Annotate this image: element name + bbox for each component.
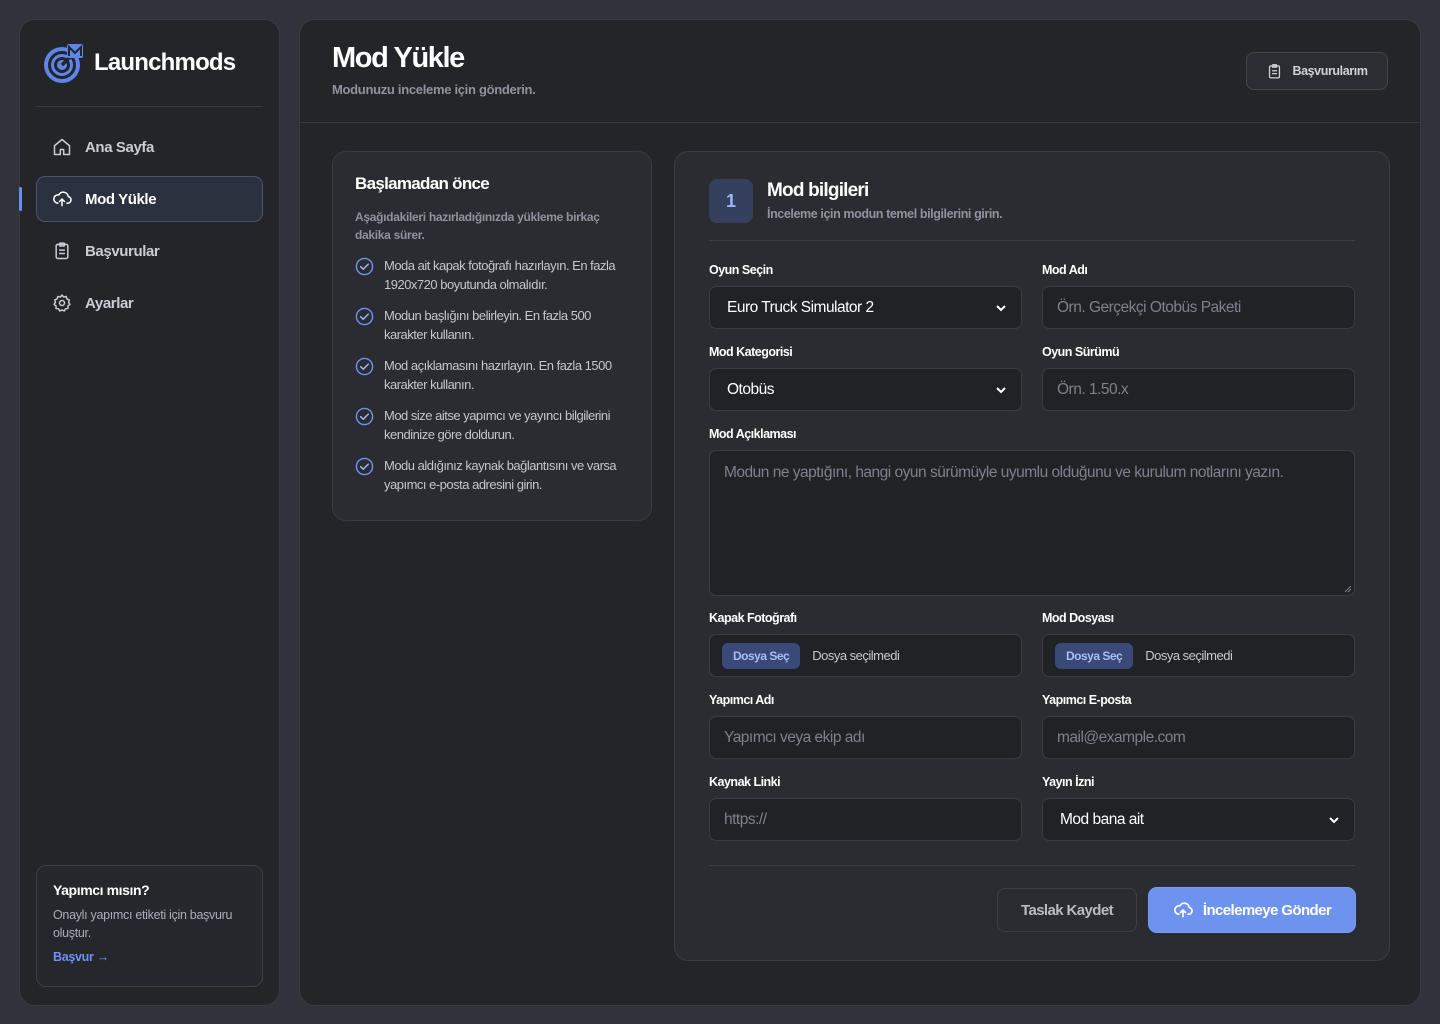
promo-title: Yapımcı mısın? xyxy=(53,882,150,898)
submit-label: İncelemeye Gönder xyxy=(1202,901,1332,919)
sidebar-item-label: Başvurular xyxy=(85,242,160,260)
gear-icon xyxy=(52,293,72,313)
form-title: Mod bilgileri xyxy=(767,180,869,201)
mod-category-value: Otobüs xyxy=(727,380,774,398)
mod-description-textarea[interactable]: Modun ne yaptığını, hangi oyun sürümüyle… xyxy=(709,450,1355,596)
author-email-input[interactable]: mail@example.com xyxy=(1042,716,1355,759)
game-select-label: Oyun Seçin xyxy=(709,263,773,277)
clipboard-icon xyxy=(1266,63,1283,80)
submit-for-review-button[interactable]: İncelemeye Gönder xyxy=(1149,888,1355,932)
check-circle-icon xyxy=(355,407,374,426)
step-badge: 1 xyxy=(709,179,753,223)
sidebar-item-label: Ayarlar xyxy=(85,294,134,312)
clipboard-icon xyxy=(52,241,72,261)
form-divider xyxy=(709,240,1355,241)
check-circle-icon xyxy=(355,257,374,276)
checklist-item: Mod size aitse yapımcı ve yayıncı bilgil… xyxy=(355,406,629,444)
checklist-item: Modu aldığınız kaynak bağlantısını ve va… xyxy=(355,456,629,494)
publish-permission-value: Mod bana ait xyxy=(1060,810,1144,828)
creator-promo-card: Yapımcı mısın? Onaylı yapımcı etiketi iç… xyxy=(36,865,263,987)
check-circle-icon xyxy=(355,457,374,476)
chevron-down-icon xyxy=(1329,816,1339,823)
mod-file-status: Dosya seçilmedi xyxy=(1145,648,1233,663)
sidebar: Launchmods Ana Sayfa Mod Yükle Başvurula… xyxy=(19,19,280,1006)
main-panel: Mod Yükle Modunuzu inceleme için gönderi… xyxy=(299,19,1421,1006)
source-link-label: Kaynak Linki xyxy=(709,775,781,789)
sidebar-item-mod-yukle[interactable]: Mod Yükle xyxy=(19,176,263,222)
sidebar-item-label: Mod Yükle xyxy=(85,190,157,208)
my-applications-button[interactable]: Başvurularım xyxy=(1246,52,1388,90)
check-circle-icon xyxy=(355,357,374,376)
check-circle-icon xyxy=(355,307,374,326)
brand[interactable]: Launchmods xyxy=(42,42,236,84)
checklist-text: Moda ait kapak fotoğrafı hazırlayın. En … xyxy=(384,258,616,292)
chevron-down-icon xyxy=(996,386,1006,393)
game-select-value: Euro Truck Simulator 2 xyxy=(727,298,874,316)
game-version-label: Oyun Sürümü xyxy=(1042,345,1120,359)
checklist-item: Mod açıklamasını hazırlayın. En fazla 15… xyxy=(355,356,629,394)
sidebar-item-ana-sayfa[interactable]: Ana Sayfa xyxy=(36,124,263,170)
publish-permission-select[interactable]: Mod bana ait xyxy=(1042,798,1355,841)
resize-handle-icon[interactable] xyxy=(1343,584,1352,593)
sidebar-item-ayarlar[interactable]: Ayarlar xyxy=(36,280,263,326)
chevron-down-icon xyxy=(996,304,1006,311)
checklist-text: Mod açıklamasını hazırlayın. En fazla 15… xyxy=(384,358,612,392)
save-draft-button[interactable]: Taslak Kaydet xyxy=(997,888,1137,932)
promo-apply-link[interactable]: Başvur → xyxy=(53,950,109,964)
cover-photo-file-input[interactable]: Dosya Seç Dosya seçilmedi xyxy=(709,634,1022,677)
source-link-input[interactable]: https:// xyxy=(709,798,1022,841)
checklist: Moda ait kapak fotoğrafı hazırlayın. En … xyxy=(355,256,629,494)
promo-description: Onaylı yapımcı etiketi için başvuru oluş… xyxy=(53,908,233,940)
page-title: Mod Yükle xyxy=(332,42,465,74)
game-select[interactable]: Euro Truck Simulator 2 xyxy=(709,286,1022,329)
cover-photo-label: Kapak Fotoğrafı xyxy=(709,611,797,625)
author-name-label: Yapımcı Adı xyxy=(709,693,774,707)
active-indicator xyxy=(19,187,22,211)
mod-choose-file-button[interactable]: Dosya Seç xyxy=(1055,642,1134,669)
sidebar-divider xyxy=(36,106,263,107)
mod-file-input[interactable]: Dosya Seç Dosya seçilmedi xyxy=(1042,634,1355,677)
mod-category-select[interactable]: Otobüs xyxy=(709,368,1022,411)
author-name-input[interactable]: Yapımcı veya ekip adı xyxy=(709,716,1022,759)
brand-name: Launchmods xyxy=(94,49,236,76)
cover-file-status: Dosya seçilmedi xyxy=(812,648,900,663)
cover-choose-file-button[interactable]: Dosya Seç xyxy=(722,642,801,669)
mod-file-label: Mod Dosyası xyxy=(1042,611,1114,625)
home-icon xyxy=(52,137,72,157)
mod-category-label: Mod Kategorisi xyxy=(709,345,793,359)
mod-description-placeholder: Modun ne yaptığını, hangi oyun sürümüyle… xyxy=(724,464,1284,481)
publish-permission-label: Yayın İzni xyxy=(1042,775,1094,789)
sidebar-item-basvurular[interactable]: Başvurular xyxy=(36,228,263,274)
mod-name-input[interactable]: Örn. Gerçekçi Otobüs Paketi xyxy=(1042,286,1355,329)
mod-info-form: 1 Mod bilgileri İnceleme için modun teme… xyxy=(674,151,1390,961)
form-footer-divider xyxy=(709,865,1355,866)
info-description: Aşağıdakileri hazırladığınızda yükleme b… xyxy=(355,210,600,242)
sidebar-item-label: Ana Sayfa xyxy=(85,138,154,156)
game-version-input[interactable]: Örn. 1.50.x xyxy=(1042,368,1355,411)
form-subtitle: İnceleme için modun temel bilgilerini gi… xyxy=(767,207,1003,221)
checklist-text: Modun başlığını belirleyin. En fazla 500… xyxy=(384,308,591,342)
page-subtitle: Modunuzu inceleme için gönderin. xyxy=(332,82,536,97)
checklist-item: Moda ait kapak fotoğrafı hazırlayın. En … xyxy=(355,256,629,294)
checklist-text: Mod size aitse yapımcı ve yayıncı bilgil… xyxy=(384,408,611,442)
sidebar-nav: Ana Sayfa Mod Yükle Başvurular Ayarlar xyxy=(19,124,263,332)
before-start-card: Başlamadan önce Aşağıdakileri hazırladığ… xyxy=(332,151,652,521)
launchmods-logo-icon xyxy=(44,44,83,83)
checklist-text: Modu aldığınız kaynak bağlantısını ve va… xyxy=(384,458,617,492)
author-email-label: Yapımcı E-posta xyxy=(1042,693,1132,707)
page-header: Mod Yükle Modunuzu inceleme için gönderi… xyxy=(300,20,1420,123)
my-applications-label: Başvurularım xyxy=(1292,64,1368,78)
cloud-upload-icon xyxy=(1173,900,1193,920)
mod-name-label: Mod Adı xyxy=(1042,263,1088,277)
mod-description-label: Mod Açıklaması xyxy=(709,427,797,441)
checklist-item: Modun başlığını belirleyin. En fazla 500… xyxy=(355,306,629,344)
cloud-upload-icon xyxy=(52,189,72,209)
info-title: Başlamadan önce xyxy=(355,174,490,193)
